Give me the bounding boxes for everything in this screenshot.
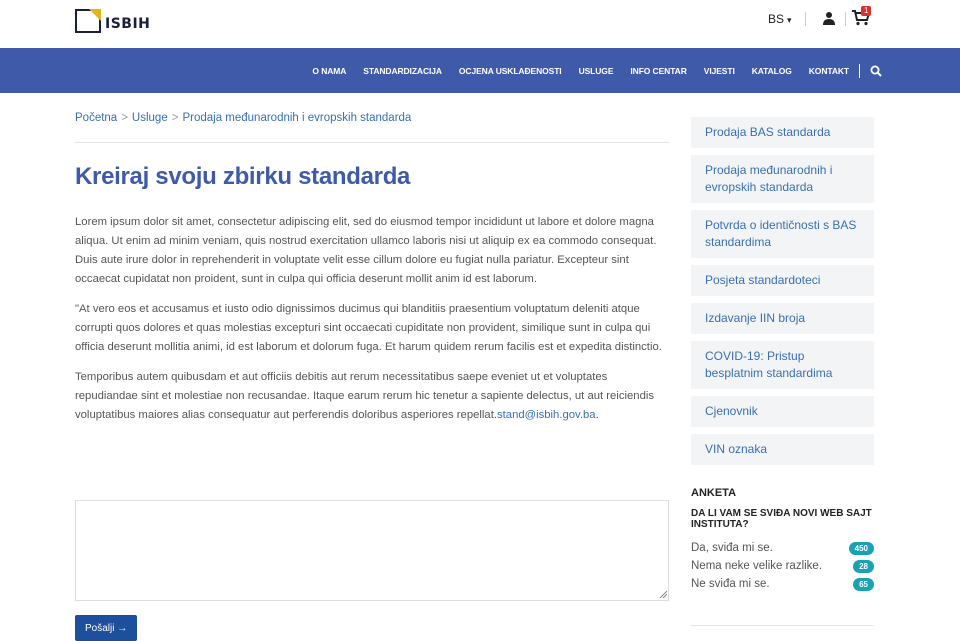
poll-option[interactable]: Da, sviđa mi se. 450 (691, 539, 874, 557)
poll-count-badge: 65 (853, 577, 874, 591)
poll-question: DA LI VAM SE SVIĐA NOVI WEB SAJT INSTITU… (691, 508, 872, 530)
nav-item-katalog[interactable]: KATALOG (752, 66, 792, 76)
sidebar-item-prodaja-bas[interactable]: Prodaja BAS standarda (691, 117, 874, 148)
page-title: Kreiraj svoju zbirku standarda (75, 163, 411, 190)
chevron-down-icon: ▾ (787, 15, 792, 25)
sidebar-item-standardoteka[interactable]: Posjeta standardoteci (691, 265, 874, 296)
language-selector[interactable]: BS ▾ (768, 12, 792, 26)
resize-handle-icon[interactable] (659, 590, 667, 598)
nav-item-ocjena-uskladjenosti[interactable]: OCJENA USKLAĐENOSTI (459, 66, 562, 76)
poll-option[interactable]: Nema neke velike razlike. 28 (691, 557, 874, 575)
divider (75, 142, 669, 143)
sidebar-menu: Prodaja BAS standarda Prodaja međunarodn… (691, 117, 874, 472)
poll-option-label: Da, sviđa mi se. (691, 542, 773, 554)
sidebar-item-cjenovnik[interactable]: Cjenovnik (691, 396, 874, 427)
poll-title: ANKETA (691, 487, 737, 499)
nav-item-kontakt[interactable]: KONTAKT (809, 66, 849, 76)
paragraph: "At vero eos et accusamus et iusto odio … (75, 303, 662, 353)
poll-option-label: Ne sviđa mi se. (691, 578, 770, 590)
nav-divider (859, 63, 860, 78)
top-bar: ISBIH BS ▾ 1 (0, 0, 960, 48)
search-icon[interactable] (870, 65, 882, 77)
divider (845, 12, 846, 26)
poll-count-badge: 28 (853, 559, 874, 573)
sidebar-item-iin[interactable]: Izdavanje IIN broja (691, 303, 874, 334)
paragraph: Temporibus autem quibusdam et aut offici… (75, 368, 671, 425)
nav-item-o-nama[interactable]: O NAMA (312, 66, 346, 76)
sidebar-item-potvrda[interactable]: Potvrda o identičnosti s BAS standardima (691, 210, 874, 258)
paragraph: Lorem ipsum dolor sit amet, consectetur … (75, 216, 657, 285)
nav-item-vijesti[interactable]: VIJESTI (704, 66, 735, 76)
breadcrumb-separator: > (121, 112, 128, 124)
poll-option-label: Nema neke velike razlike. (691, 560, 823, 572)
breadcrumb-home[interactable]: Početna (75, 112, 117, 124)
paragraph-end: . (595, 409, 599, 421)
submit-button[interactable]: Pošalji → (75, 615, 138, 641)
nav-item-info-centar[interactable]: INFO CENTAR (630, 66, 686, 76)
logo-text: ISBIH (105, 16, 151, 32)
poll-count-badge: 450 (848, 541, 874, 555)
cart-count-badge: 1 (861, 6, 872, 16)
sidebar-item-prodaja-medjunarodnih[interactable]: Prodaja međunarodnih i evropskih standar… (691, 155, 874, 203)
nav-item-usluge[interactable]: USLUGE (579, 66, 614, 76)
user-icon[interactable] (822, 11, 836, 25)
breadcrumb: Početna > Usluge > Prodaja međunarodnih i ev… (75, 112, 411, 124)
breadcrumb-current: Prodaja međunarodnih i evropskih standar… (182, 112, 412, 124)
sidebar-item-vin[interactable]: VIN oznaka (691, 434, 874, 465)
poll-option[interactable]: Ne sviđa mi se. 65 (691, 575, 874, 593)
article-body: Lorem ipsum dolor sit amet, consectetur … (75, 213, 671, 436)
language-label: BS (768, 12, 785, 26)
divider (691, 625, 874, 626)
divider (805, 12, 806, 26)
logo-mark-icon (75, 9, 101, 33)
nav-item-standardizacija[interactable]: STANDARDIZACIJA (363, 66, 442, 76)
email-link[interactable]: stand@isbih.gov.ba (497, 409, 596, 421)
message-textarea[interactable] (75, 500, 669, 601)
sidebar-item-covid[interactable]: COVID-19: Pristup besplatnim standardima (691, 341, 874, 389)
main-nav: O NAMA STANDARDIZACIJA OCJENA USKLAĐENOS… (0, 48, 960, 93)
breadcrumb-usluge[interactable]: Usluge (132, 112, 168, 124)
breadcrumb-separator: > (171, 112, 179, 124)
site-logo[interactable]: ISBIH (75, 9, 150, 33)
poll-widget: ANKETA DA LI VAM SE SVIĐA NOVI WEB SAJT … (691, 487, 874, 593)
